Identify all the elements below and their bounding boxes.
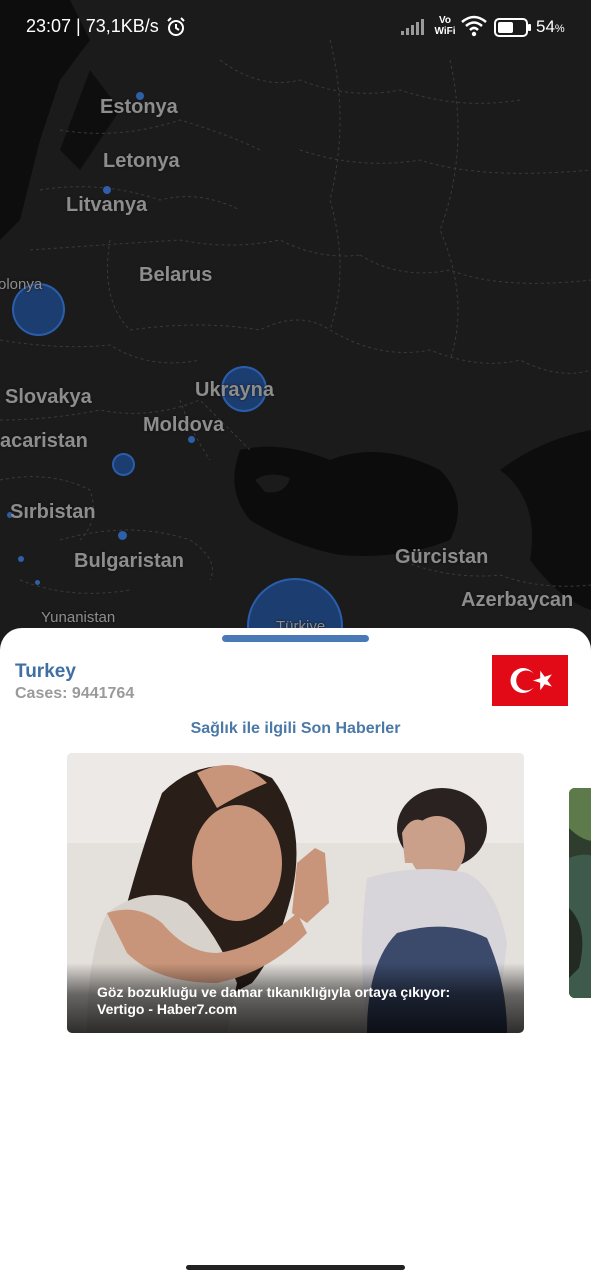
map-bubble-hungary[interactable] [112,453,135,476]
map-label-greece: Yunanistan [41,609,116,626]
map-marker[interactable] [35,580,40,585]
signal-icon [401,19,424,35]
status-time-speed: 23:07 | 73,1KB/s [26,16,159,36]
map-label-lithuania: Litvanya [66,194,148,216]
map-label-serbia: Sırbistan [10,501,96,523]
map-label-slovakia: Slovakya [5,386,92,408]
news-card-next[interactable] [569,788,591,998]
news-image-next [569,788,591,998]
country-name: Turkey [15,661,76,682]
map-label-estonia: Estonya [100,96,178,118]
battery-unit: % [554,23,565,35]
map-label-latvia: Letonya [103,150,180,172]
map-marker[interactable] [18,556,24,562]
battery-percentage: 54% [536,17,565,37]
map-label-georgia: Gürcistan [395,546,489,568]
vowifi-icon: Vo WiFi [432,15,458,39]
home-gesture-bar[interactable] [186,1265,405,1270]
screen: Estonya Letonya Litvanya olonya Belarus … [0,0,591,1280]
alarm-icon [167,17,185,36]
wifi-icon [461,15,487,37]
battery-icon [494,18,531,37]
map[interactable]: Estonya Letonya Litvanya olonya Belarus … [0,0,591,660]
map-marker[interactable] [188,436,195,443]
news-card[interactable]: Göz bozukluğu ve damar tıkanıklığıyla or… [67,753,524,1033]
status-bar: 23:07 | 73,1KB/s Vo WiFi 54% [0,0,591,56]
country-cases: Cases: 9441764 [15,685,135,702]
map-label-bulgaria: Bulgaristan [74,550,185,572]
latest-health-news-title: Sağlık ile ilgili Son Haberler [190,720,401,737]
battery-value: 54 [536,17,555,36]
country-bottom-sheet: Turkey Cases: 9441764 Sağlık ile ilgili … [0,628,591,1280]
map-label-belarus: Belarus [139,264,213,286]
map-label-azerbaijan: Azerbaycan [461,589,574,611]
turkey-flag-icon [492,655,568,706]
map-marker[interactable] [118,531,127,540]
news-caption: Göz bozukluğu ve damar tıkanıklığıyla or… [97,984,451,1017]
vowifi-top-label: Vo [438,15,452,26]
map-label-poland: olonya [0,276,43,293]
map-label-ukraine: Ukrayna [195,379,274,401]
map-label-hungary: acaristan [0,430,88,452]
map-marker[interactable] [103,186,111,194]
vowifi-bottom-label: WiFi [434,26,456,37]
drag-handle[interactable] [222,635,369,642]
map-label-moldova: Moldova [143,414,225,436]
